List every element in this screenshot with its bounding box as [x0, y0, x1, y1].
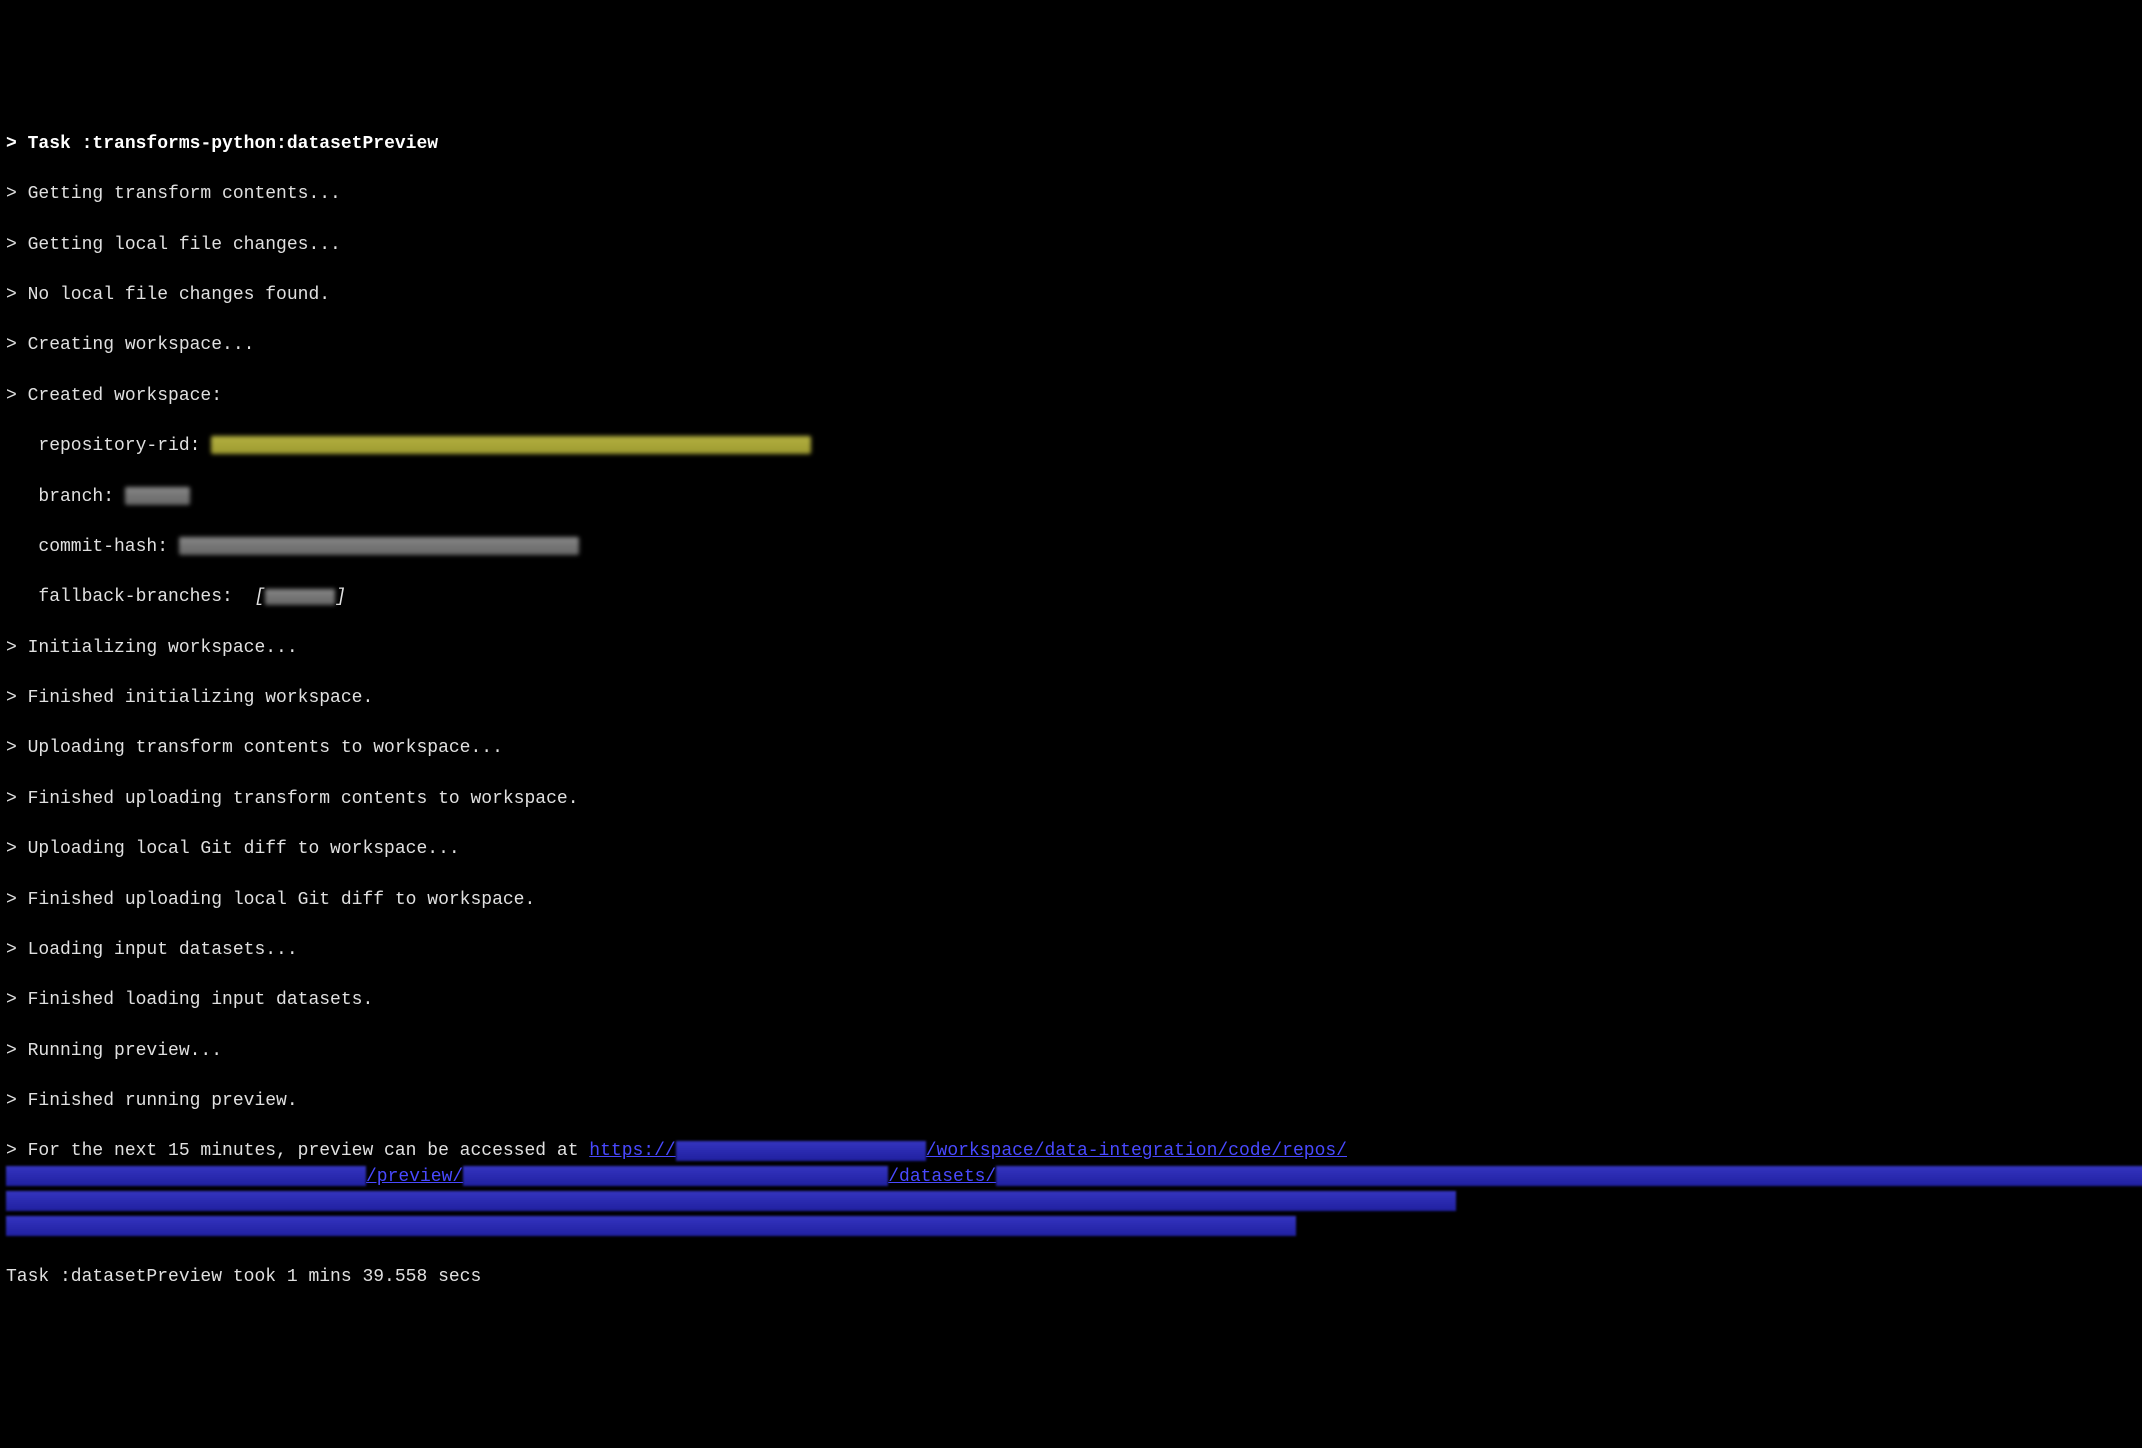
workspace-fallback-branches: fallback-branches: [] — [6, 585, 2136, 610]
workspace-branch: branch: — [6, 485, 2136, 510]
log-line: > Getting local file changes... — [6, 233, 2136, 258]
log-line: > Initializing workspace... — [6, 636, 2136, 661]
log-line: > Finished loading input datasets. — [6, 988, 2136, 1013]
log-line: > Running preview... — [6, 1039, 2136, 1064]
log-line: > Finished initializing workspace. — [6, 686, 2136, 711]
log-line: > No local file changes found. — [6, 283, 2136, 308]
redacted-url-segment — [676, 1141, 926, 1161]
log-line: > Finished uploading transform contents … — [6, 787, 2136, 812]
redacted-value — [179, 537, 579, 555]
log-line: > Created workspace: — [6, 384, 2136, 409]
log-line: > Loading input datasets... — [6, 938, 2136, 963]
preview-url-line: > For the next 15 minutes, preview can b… — [6, 1139, 2136, 1240]
redacted-url-segment — [996, 1166, 2142, 1186]
redacted-url-segment — [463, 1166, 888, 1186]
redacted-url-segment — [6, 1216, 1296, 1236]
redacted-url-segment — [6, 1166, 366, 1186]
workspace-repository-rid: repository-rid: — [6, 434, 2136, 459]
log-line: > Finished running preview. — [6, 1089, 2136, 1114]
task-header: > Task :transforms-python:datasetPreview — [6, 132, 2136, 157]
log-line: > Creating workspace... — [6, 333, 2136, 358]
task-footer: Task :datasetPreview took 1 mins 39.558 … — [6, 1265, 2136, 1290]
terminal-output: > Task :transforms-python:datasetPreview… — [6, 107, 2136, 1316]
redacted-value — [211, 436, 811, 454]
log-line: > Uploading transform contents to worksp… — [6, 736, 2136, 761]
log-line: > Uploading local Git diff to workspace.… — [6, 837, 2136, 862]
log-line: > Finished uploading local Git diff to w… — [6, 888, 2136, 913]
log-line: > Getting transform contents... — [6, 182, 2136, 207]
workspace-commit-hash: commit-hash: — [6, 535, 2136, 560]
redacted-value — [125, 487, 190, 505]
redacted-url-segment — [6, 1191, 1456, 1211]
redacted-value — [265, 589, 335, 605]
